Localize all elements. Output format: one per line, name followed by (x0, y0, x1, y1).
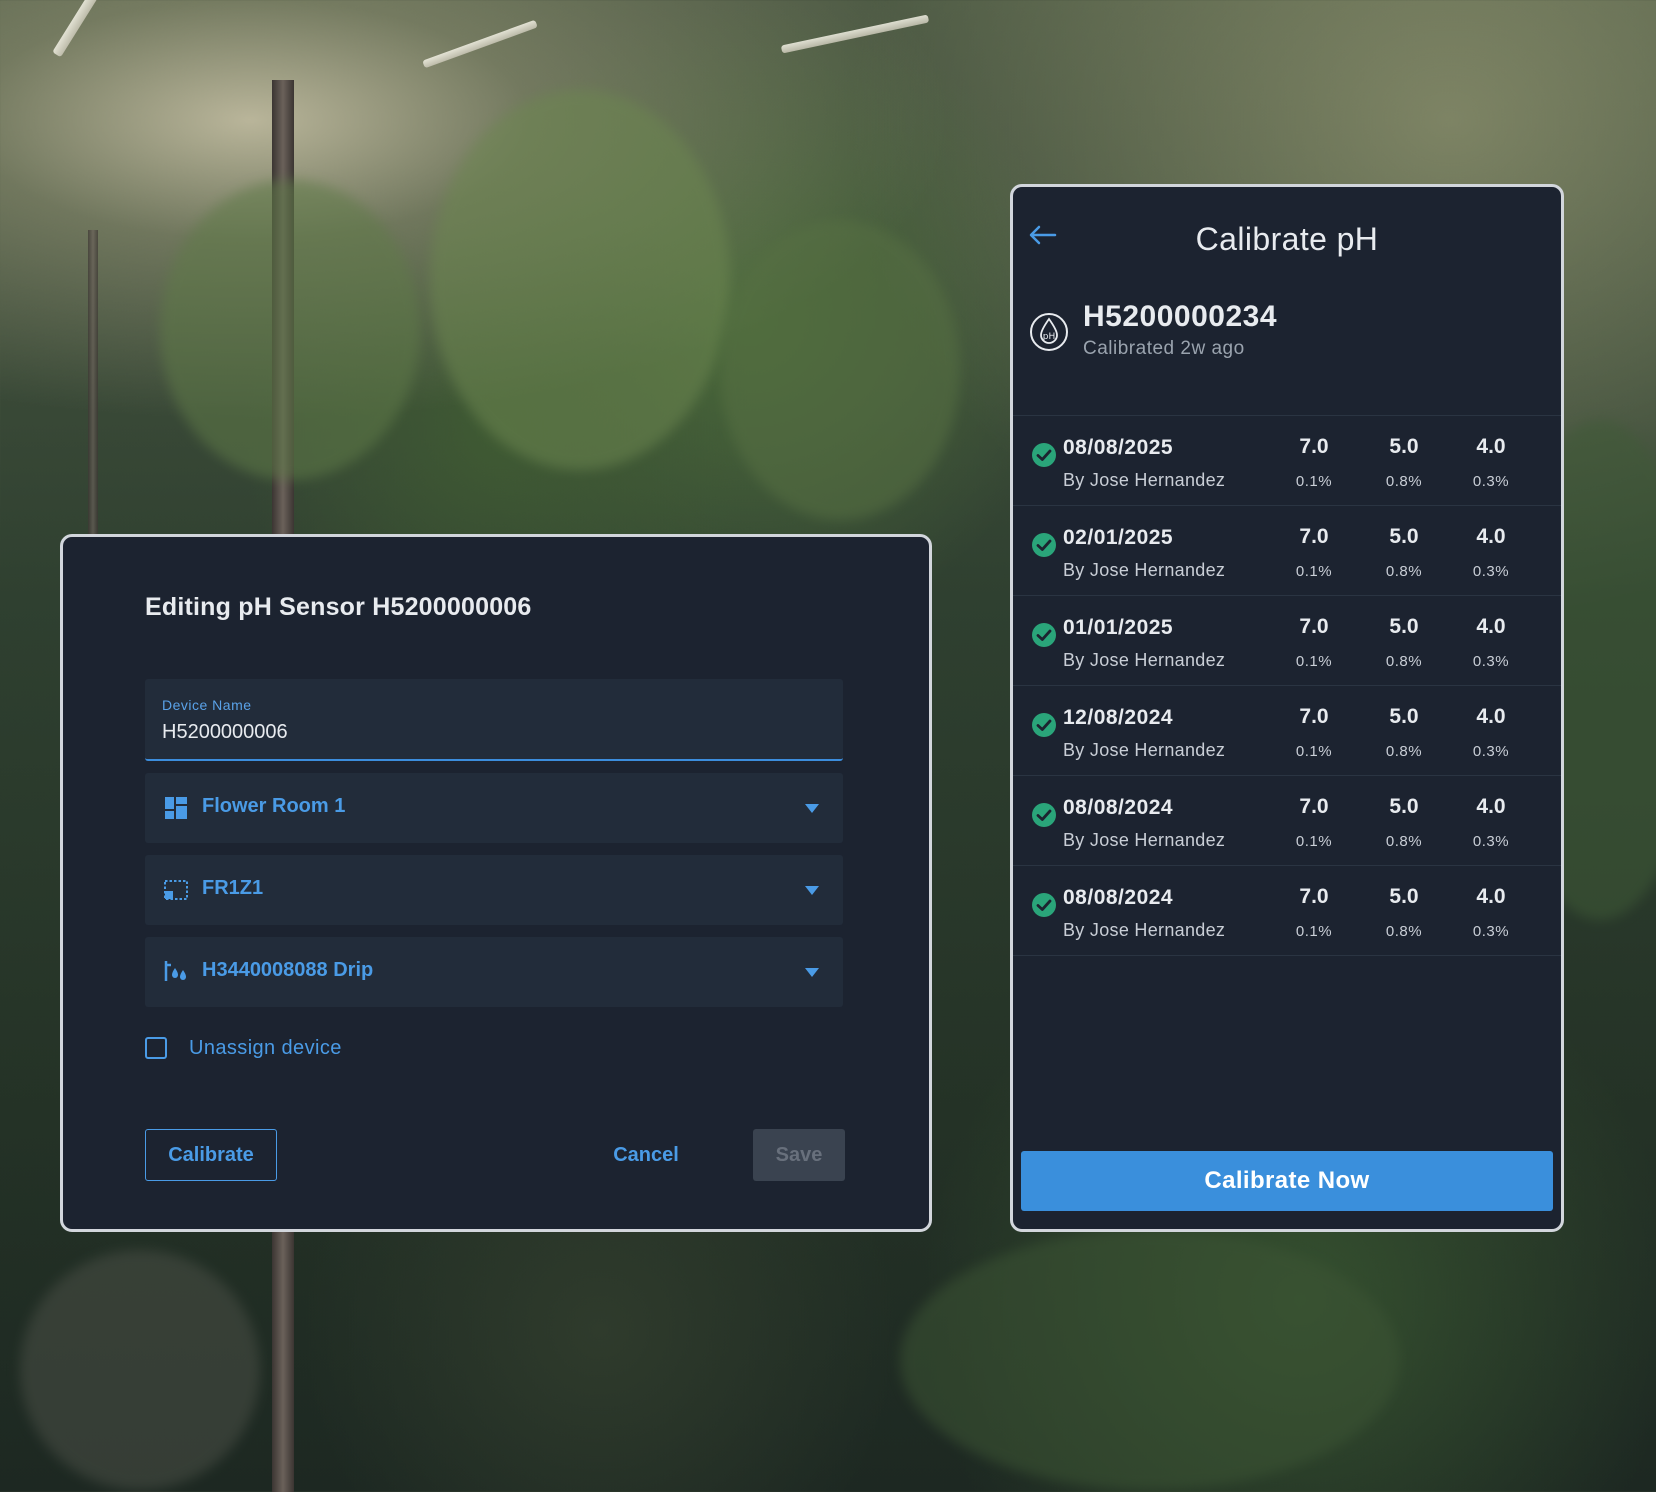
chevron-down-icon (805, 968, 819, 977)
room-select[interactable]: Flower Room 1 (145, 773, 843, 843)
chevron-down-icon (805, 804, 819, 813)
ph-point-deviation: 0.8% (1385, 923, 1423, 940)
room-grid-icon (165, 797, 187, 819)
device-name-field[interactable]: Device Name H5200000006 (145, 679, 843, 761)
ph-point-deviation: 0.8% (1385, 473, 1423, 490)
check-circle-icon (1032, 893, 1056, 917)
calibration-date: 08/08/2024 (1063, 886, 1174, 909)
dialog-title: Editing pH Sensor H5200000006 (145, 593, 532, 621)
ph-point-deviation: 0.3% (1472, 923, 1510, 940)
calibration-row: 08/08/2024 By Jose Hernandez 7.0 0.1% 5.… (1013, 776, 1561, 866)
ph-point-deviation: 0.8% (1385, 743, 1423, 760)
check-circle-icon (1032, 443, 1056, 467)
room-select-value: Flower Room 1 (202, 795, 346, 817)
device-name-input[interactable]: H5200000006 (162, 721, 288, 744)
ph-point-value: 4.0 (1476, 885, 1506, 908)
ph-point-deviation: 0.1% (1295, 563, 1333, 580)
irrigation-select[interactable]: H3440008088 Drip (145, 937, 843, 1007)
ph-point-value: 5.0 (1389, 795, 1419, 818)
device-id: H5200000234 (1083, 300, 1278, 333)
ph-point-deviation: 0.3% (1472, 743, 1510, 760)
zone-icon (164, 880, 188, 900)
ph-point-deviation: 0.3% (1472, 653, 1510, 670)
ph-point-value: 7.0 (1299, 885, 1329, 908)
ph-sensor-icon: pH (1030, 313, 1068, 351)
calibrated-by: By Jose Hernandez (1063, 470, 1226, 490)
ph-point-deviation: 0.8% (1385, 563, 1423, 580)
last-calibrated: Calibrated 2w ago (1083, 338, 1245, 359)
ph-point-deviation: 0.1% (1295, 833, 1333, 850)
ph-point-value: 5.0 (1389, 705, 1419, 728)
ph-point-value: 5.0 (1389, 435, 1419, 458)
save-button[interactable]: Save (753, 1129, 845, 1181)
calibration-date: 08/08/2024 (1063, 796, 1174, 819)
calibration-row: 12/08/2024 By Jose Hernandez 7.0 0.1% 5.… (1013, 686, 1561, 776)
ph-point-value: 4.0 (1476, 435, 1506, 458)
ph-point-value: 7.0 (1299, 615, 1329, 638)
chevron-down-icon (805, 886, 819, 895)
calibrate-ph-panel: Calibrate pH pH H5200000234 Calibrated 2… (1010, 184, 1564, 1232)
calibrated-by: By Jose Hernandez (1063, 920, 1226, 940)
calibration-date: 12/08/2024 (1063, 706, 1174, 729)
calibration-date: 08/08/2025 (1063, 436, 1174, 459)
ph-point-deviation: 0.8% (1385, 653, 1423, 670)
drip-irrigation-icon (164, 961, 186, 981)
ph-point-value: 5.0 (1389, 615, 1419, 638)
irrigation-select-value: H3440008088 Drip (202, 959, 374, 981)
ph-point-deviation: 0.3% (1472, 473, 1510, 490)
ph-point-deviation: 0.1% (1295, 743, 1333, 760)
calibration-row: 01/01/2025 By Jose Hernandez 7.0 0.1% 5.… (1013, 596, 1561, 686)
ph-point-value: 4.0 (1476, 705, 1506, 728)
zone-select[interactable]: FR1Z1 (145, 855, 843, 925)
unassign-label: Unassign device (189, 1036, 342, 1059)
calibrate-button[interactable]: Calibrate (145, 1129, 277, 1181)
check-circle-icon (1032, 803, 1056, 827)
ph-point-deviation: 0.1% (1295, 653, 1333, 670)
ph-point-deviation: 0.3% (1472, 833, 1510, 850)
svg-text:pH: pH (1043, 332, 1055, 342)
ph-point-deviation: 0.8% (1385, 833, 1423, 850)
calibration-history-list: 08/08/2025 By Jose Hernandez 7.0 0.1% 5.… (1013, 415, 1561, 956)
ph-point-value: 5.0 (1389, 525, 1419, 548)
zone-select-value: FR1Z1 (202, 877, 264, 899)
calibrate-now-button[interactable]: Calibrate Now (1021, 1151, 1553, 1211)
calibrated-by: By Jose Hernandez (1063, 830, 1226, 850)
ph-point-value: 7.0 (1299, 525, 1329, 548)
calibration-row: 08/08/2025 By Jose Hernandez 7.0 0.1% 5.… (1013, 416, 1561, 506)
ph-point-value: 7.0 (1299, 435, 1329, 458)
ph-point-deviation: 0.3% (1472, 563, 1510, 580)
ph-point-value: 5.0 (1389, 885, 1419, 908)
ph-point-value: 4.0 (1476, 615, 1506, 638)
device-name-label: Device Name (162, 697, 252, 713)
edit-sensor-dialog: Editing pH Sensor H5200000006 Device Nam… (60, 534, 932, 1232)
check-circle-icon (1032, 713, 1056, 737)
calibration-date: 02/01/2025 (1063, 526, 1174, 549)
calibration-row: 08/08/2024 By Jose Hernandez 7.0 0.1% 5.… (1013, 866, 1561, 956)
calibrated-by: By Jose Hernandez (1063, 650, 1226, 670)
panel-title: Calibrate pH (1195, 221, 1379, 257)
calibration-row: 02/01/2025 By Jose Hernandez 7.0 0.1% 5.… (1013, 506, 1561, 596)
check-circle-icon (1032, 533, 1056, 557)
ph-point-deviation: 0.1% (1295, 923, 1333, 940)
cancel-button[interactable]: Cancel (591, 1129, 701, 1181)
ph-point-value: 4.0 (1476, 795, 1506, 818)
ph-point-value: 7.0 (1299, 795, 1329, 818)
unassign-checkbox[interactable] (145, 1037, 167, 1059)
ph-point-value: 7.0 (1299, 705, 1329, 728)
unassign-device-option[interactable]: Unassign device (145, 1033, 342, 1063)
calibrated-by: By Jose Hernandez (1063, 740, 1226, 760)
ph-point-value: 4.0 (1476, 525, 1506, 548)
calibrated-by: By Jose Hernandez (1063, 560, 1226, 580)
calibration-date: 01/01/2025 (1063, 616, 1174, 639)
ph-point-deviation: 0.1% (1295, 473, 1333, 490)
check-circle-icon (1032, 623, 1056, 647)
